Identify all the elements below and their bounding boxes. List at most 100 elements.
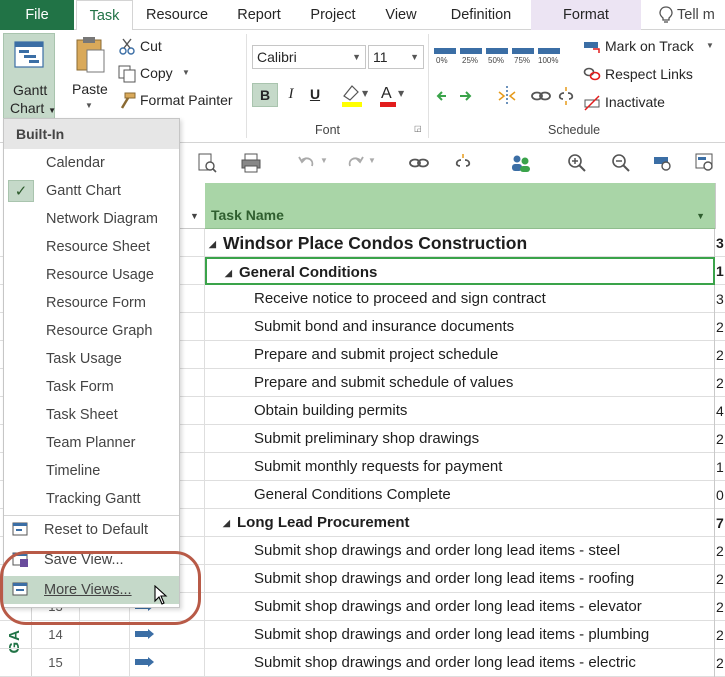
- mark-on-track-button[interactable]: Mark on Track: [605, 38, 694, 54]
- menu-item-reset-to-default[interactable]: Reset to Default: [4, 516, 179, 544]
- menu-item-gantt-chart[interactable]: ✓ Gantt Chart: [4, 177, 179, 205]
- link-tasks-icon[interactable]: [530, 85, 552, 107]
- zoom-in-icon[interactable]: [566, 152, 588, 174]
- zoom-out-icon[interactable]: [610, 152, 632, 174]
- task-name-cell[interactable]: Receive notice to proceed and sign contr…: [205, 285, 715, 313]
- task-name-cell[interactable]: General Conditions Complete: [205, 481, 715, 509]
- task-name-cell[interactable]: Submit shop drawings and order long lead…: [205, 649, 715, 677]
- pct-50-icon[interactable]: [486, 48, 508, 54]
- collapse-triangle-icon[interactable]: ◢: [209, 230, 223, 257]
- pct-100-icon[interactable]: [538, 48, 560, 54]
- table-row[interactable]: 14 Submit shop drawings and order long l…: [0, 621, 725, 649]
- duration-cell[interactable]: 1: [716, 257, 725, 285]
- font-dialog-launcher-icon[interactable]: ◲: [414, 124, 422, 133]
- menu-item-task-usage[interactable]: Task Usage: [4, 345, 179, 373]
- tell-me-box[interactable]: Tell m: [655, 0, 725, 30]
- pct-0-icon[interactable]: [434, 48, 456, 54]
- menu-item-task-form[interactable]: Task Form: [4, 373, 179, 401]
- tab-report[interactable]: Report: [226, 0, 292, 30]
- duration-cell[interactable]: 3: [716, 229, 725, 257]
- italic-button[interactable]: I: [282, 83, 300, 107]
- undo-icon[interactable]: [296, 152, 318, 174]
- task-name-cell[interactable]: Obtain building permits: [205, 397, 715, 425]
- paste-button[interactable]: Paste: [72, 81, 108, 97]
- link-icon[interactable]: [408, 152, 430, 174]
- font-color-icon[interactable]: A ▼: [378, 82, 406, 108]
- unlink-icon[interactable]: [452, 152, 474, 174]
- duration-cell[interactable]: 2: [716, 369, 725, 397]
- tab-view[interactable]: View: [376, 0, 426, 30]
- respect-links-button[interactable]: Respect Links: [605, 66, 693, 82]
- menu-item-network-diagram[interactable]: Network Diagram: [4, 205, 179, 233]
- duration-cell[interactable]: 7: [716, 509, 725, 537]
- menu-item-team-planner[interactable]: Team Planner: [4, 429, 179, 457]
- table-row[interactable]: 15 Submit shop drawings and order long l…: [0, 649, 725, 677]
- font-name-select[interactable]: Calibri ▼: [252, 45, 366, 69]
- duration-cell[interactable]: 4: [716, 397, 725, 425]
- redo-dropdown-icon[interactable]: ▼: [368, 156, 376, 165]
- unlink-tasks-icon[interactable]: [555, 85, 577, 107]
- collapse-triangle-icon[interactable]: ◢: [225, 259, 239, 283]
- font-size-select[interactable]: 11 ▼: [368, 45, 424, 69]
- pct-75-icon[interactable]: [512, 48, 534, 54]
- duration-cell[interactable]: 2: [716, 341, 725, 369]
- menu-item-resource-graph[interactable]: Resource Graph: [4, 317, 179, 345]
- assign-resources-icon[interactable]: [510, 152, 532, 174]
- tab-resource[interactable]: Resource: [137, 0, 217, 30]
- menu-item-timeline[interactable]: Timeline: [4, 457, 179, 485]
- gantt-chart-view-button[interactable]: Gantt Chart ▼: [3, 33, 56, 119]
- duration-cell[interactable]: 2: [716, 593, 725, 621]
- format-painter-button[interactable]: Format Painter: [140, 92, 233, 108]
- duration-cell[interactable]: 2: [716, 537, 725, 565]
- tab-project[interactable]: Project: [300, 0, 366, 30]
- task-name-cell[interactable]: Submit shop drawings and order long lead…: [205, 593, 715, 621]
- duration-cell[interactable]: 2: [716, 621, 725, 649]
- duration-cell[interactable]: 0: [716, 481, 725, 509]
- task-name-cell[interactable]: Submit preliminary shop drawings: [205, 425, 715, 453]
- task-name-cell[interactable]: Prepare and submit schedule of values: [205, 369, 715, 397]
- duration-cell[interactable]: 2: [716, 425, 725, 453]
- task-name-cell[interactable]: ◢ General Conditions: [205, 257, 715, 285]
- tab-definition[interactable]: Definition: [437, 0, 525, 30]
- task-name-cell[interactable]: ◢ Long Lead Procurement: [205, 509, 715, 537]
- tab-format[interactable]: Format: [531, 0, 641, 30]
- menu-item-resource-usage[interactable]: Resource Usage: [4, 261, 179, 289]
- menu-item-tracking-gantt[interactable]: Tracking Gantt: [4, 485, 179, 513]
- redo-icon[interactable]: [344, 152, 366, 174]
- task-name-cell[interactable]: Submit shop drawings and order long lead…: [205, 621, 715, 649]
- indicator-column-header[interactable]: ▼: [180, 183, 205, 229]
- underline-button[interactable]: U: [306, 83, 324, 107]
- paste-dropdown-icon[interactable]: ▼: [85, 101, 93, 110]
- cut-button[interactable]: Cut: [140, 38, 162, 54]
- highlight-color-icon[interactable]: ▼: [340, 82, 368, 108]
- indent-icon[interactable]: [458, 87, 480, 105]
- task-name-cell[interactable]: ◢ Windsor Place Condos Construction: [205, 229, 715, 257]
- entire-project-icon[interactable]: [694, 152, 716, 174]
- inactivate-button[interactable]: Inactivate: [605, 94, 665, 110]
- menu-item-resource-sheet[interactable]: Resource Sheet: [4, 233, 179, 261]
- menu-item-calendar[interactable]: Calendar: [4, 149, 179, 177]
- tab-task[interactable]: Task: [76, 0, 133, 31]
- task-name-column-header[interactable]: Task Name ▼: [205, 183, 715, 229]
- duration-cell[interactable]: 3: [716, 285, 725, 313]
- print-icon[interactable]: [240, 152, 262, 174]
- pct-25-icon[interactable]: [460, 48, 482, 54]
- duration-column-header[interactable]: [715, 183, 725, 229]
- copy-dropdown-icon[interactable]: ▼: [182, 68, 190, 77]
- outdent-icon[interactable]: [436, 87, 458, 105]
- menu-item-task-sheet[interactable]: Task Sheet: [4, 401, 179, 429]
- bold-button[interactable]: B: [252, 83, 278, 107]
- scroll-to-task-icon[interactable]: [652, 152, 674, 174]
- mark-on-track-dropdown-icon[interactable]: ▼: [706, 41, 714, 50]
- print-preview-icon[interactable]: [196, 152, 218, 174]
- copy-button[interactable]: Copy: [140, 65, 173, 81]
- task-name-cell[interactable]: Submit shop drawings and order long lead…: [205, 565, 715, 593]
- duration-cell[interactable]: 1: [716, 453, 725, 481]
- task-name-cell[interactable]: Submit monthly requests for payment: [205, 453, 715, 481]
- undo-dropdown-icon[interactable]: ▼: [320, 156, 328, 165]
- duration-cell[interactable]: 2: [716, 649, 725, 677]
- duration-cell[interactable]: 2: [716, 565, 725, 593]
- duration-cell[interactable]: 2: [716, 313, 725, 341]
- collapse-triangle-icon[interactable]: ◢: [223, 509, 237, 537]
- split-task-icon[interactable]: [496, 85, 518, 107]
